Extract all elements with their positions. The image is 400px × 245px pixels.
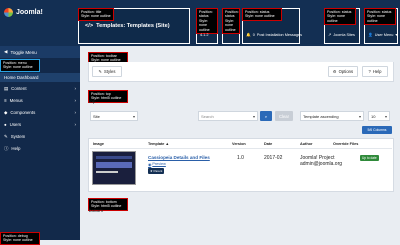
ordering-select[interactable]: Template ascending (300, 111, 364, 121)
module-position-label: Position: status Style: none outline (196, 8, 218, 35)
external-link-icon: ↗ (328, 33, 332, 37)
chevron-right-icon: › (74, 98, 76, 103)
options-button[interactable]: ⚙ Options (328, 66, 358, 77)
chevron-right-icon: › (74, 110, 76, 115)
template-preview-link[interactable]: ◉ Preview (148, 162, 166, 167)
module-position-label: Position: status Style: none outline (364, 8, 396, 26)
toggle-icon: ◀ (4, 49, 8, 54)
cube-icon: ◆ (4, 109, 8, 115)
chevron-right-icon: › (74, 86, 76, 91)
sidebar-item-users[interactable]: ● Users › (0, 120, 80, 129)
styles-button[interactable]: ✎ Styles (92, 66, 122, 77)
sidebar-item-help[interactable]: ⓘ Help (0, 144, 80, 153)
search-icon: ⌕ (264, 113, 268, 119)
search-button[interactable]: ⌕ (260, 111, 272, 121)
sidebar-item-label: Components (10, 110, 36, 115)
wrench-icon: ✎ (4, 133, 8, 139)
code-icon: </> (85, 23, 94, 29)
sidebar-item-components[interactable]: ◆ Components › (0, 108, 80, 117)
limit-select[interactable]: 10 (368, 111, 390, 121)
joomla-icon (4, 7, 13, 17)
bottom-position-text: bottom (89, 208, 104, 213)
user-menu-button[interactable]: 👤 User Menu ▾ (368, 32, 398, 38)
file-icon: ▤ (4, 85, 9, 91)
column-header-author: Author (300, 142, 313, 146)
module-position-label: Position: debug Style: none outline (0, 232, 40, 245)
list-icon: ≡ (4, 98, 7, 103)
clear-button[interactable]: Clear (275, 111, 293, 121)
post-install-messages-module[interactable]: Position: status Style: none outline 🔔 0 … (242, 8, 302, 44)
post-install-messages[interactable]: 🔔 0 Post Installation Messages (246, 32, 302, 38)
thumbnail-banner (96, 162, 132, 168)
sidebar-item-label: System (10, 134, 26, 139)
eye-icon: ◉ (148, 163, 152, 167)
pencil-icon: ✎ (98, 69, 103, 74)
title-module: Position: title Style: none outline </> T… (78, 8, 190, 44)
thumbnail-content (96, 171, 118, 173)
search-input[interactable]: Search (198, 111, 258, 121)
header-divider (90, 148, 392, 149)
user-menu-module[interactable]: Position: status Style: none outline 👤 Us… (364, 8, 398, 44)
status-module-blank: Position: status Style: none outline (222, 8, 240, 44)
module-position-label: Position: status Style: none outline (242, 8, 282, 21)
module-position-label: Position: status Style: none outline (222, 8, 240, 35)
gear-icon: ⚙ (332, 69, 337, 74)
parent-badge: ★ Parent (148, 168, 165, 174)
sidebar-item-content[interactable]: ▤ Content › (0, 84, 80, 93)
joomla-logo[interactable]: Joomla! (4, 4, 74, 20)
column-header-date: Date (264, 142, 273, 146)
bell-icon: 🔔 (246, 33, 251, 37)
joomla-sites-link[interactable]: ↗ Joomla Sites (328, 32, 355, 38)
column-header-version: Version (232, 142, 246, 146)
module-position-label: Position: title Style: none outline (78, 8, 114, 21)
chevron-down-icon: ▾ (395, 33, 398, 37)
question-icon: ? (368, 69, 371, 74)
override-status-badge: Up to date (360, 155, 379, 161)
page-title: </> Templates: Templates (Site) (85, 23, 170, 29)
module-position-label: Position: menu Style: none outline (0, 59, 40, 72)
chevron-right-icon: › (74, 122, 76, 127)
joomla-version: 4.1.2 (200, 33, 209, 37)
module-position-label: Position: status Style: none outline (324, 8, 356, 26)
version-module: Position: status Style: none outline 4.1.… (196, 8, 218, 44)
users-icon: ● (4, 122, 7, 127)
sidebar-item-label: Content (11, 86, 27, 91)
client-select[interactable]: Site (90, 111, 138, 121)
brand-name: Joomla! (16, 8, 43, 16)
template-version: 1.0 (237, 155, 244, 161)
template-date: 2017-02 (264, 155, 283, 161)
top-position-text: top (89, 99, 96, 104)
joomla-sites-module[interactable]: Position: status Style: none outline ↗ Jo… (324, 8, 360, 44)
column-header-image: Image (93, 142, 104, 146)
column-header-template[interactable]: Template ▲ (148, 142, 169, 146)
template-name-link[interactable]: Cassiopeia Details and Files (148, 155, 210, 160)
toggle-menu-button[interactable]: ◀ Toggle Menu (0, 46, 80, 58)
columns-button[interactable]: 5/6 Columns (362, 126, 392, 134)
sidebar-item-label: Menus (9, 98, 23, 103)
sort-asc-icon: ▲ (165, 142, 170, 146)
thumbnail-header (96, 156, 132, 159)
sidebar-item-menus[interactable]: ≡ Menus › (0, 96, 80, 105)
sidebar-item-home-dashboard[interactable]: Home Dashboard (0, 73, 80, 82)
column-header-override-files: Override Files (333, 142, 359, 146)
info-icon: ⓘ (4, 145, 9, 151)
star-icon: ★ (150, 169, 153, 173)
sidebar-item-system[interactable]: ✎ System (0, 132, 80, 141)
sidebar-item-label: Help (11, 146, 21, 151)
sidebar-item-label: Users (9, 122, 22, 127)
template-thumbnail[interactable] (92, 151, 136, 185)
sidebar-item-label: Home Dashboard (4, 75, 39, 80)
help-button[interactable]: ? Help (362, 66, 388, 77)
template-author-email: admin@joomla.org (300, 161, 343, 167)
user-icon: 👤 (368, 33, 373, 37)
